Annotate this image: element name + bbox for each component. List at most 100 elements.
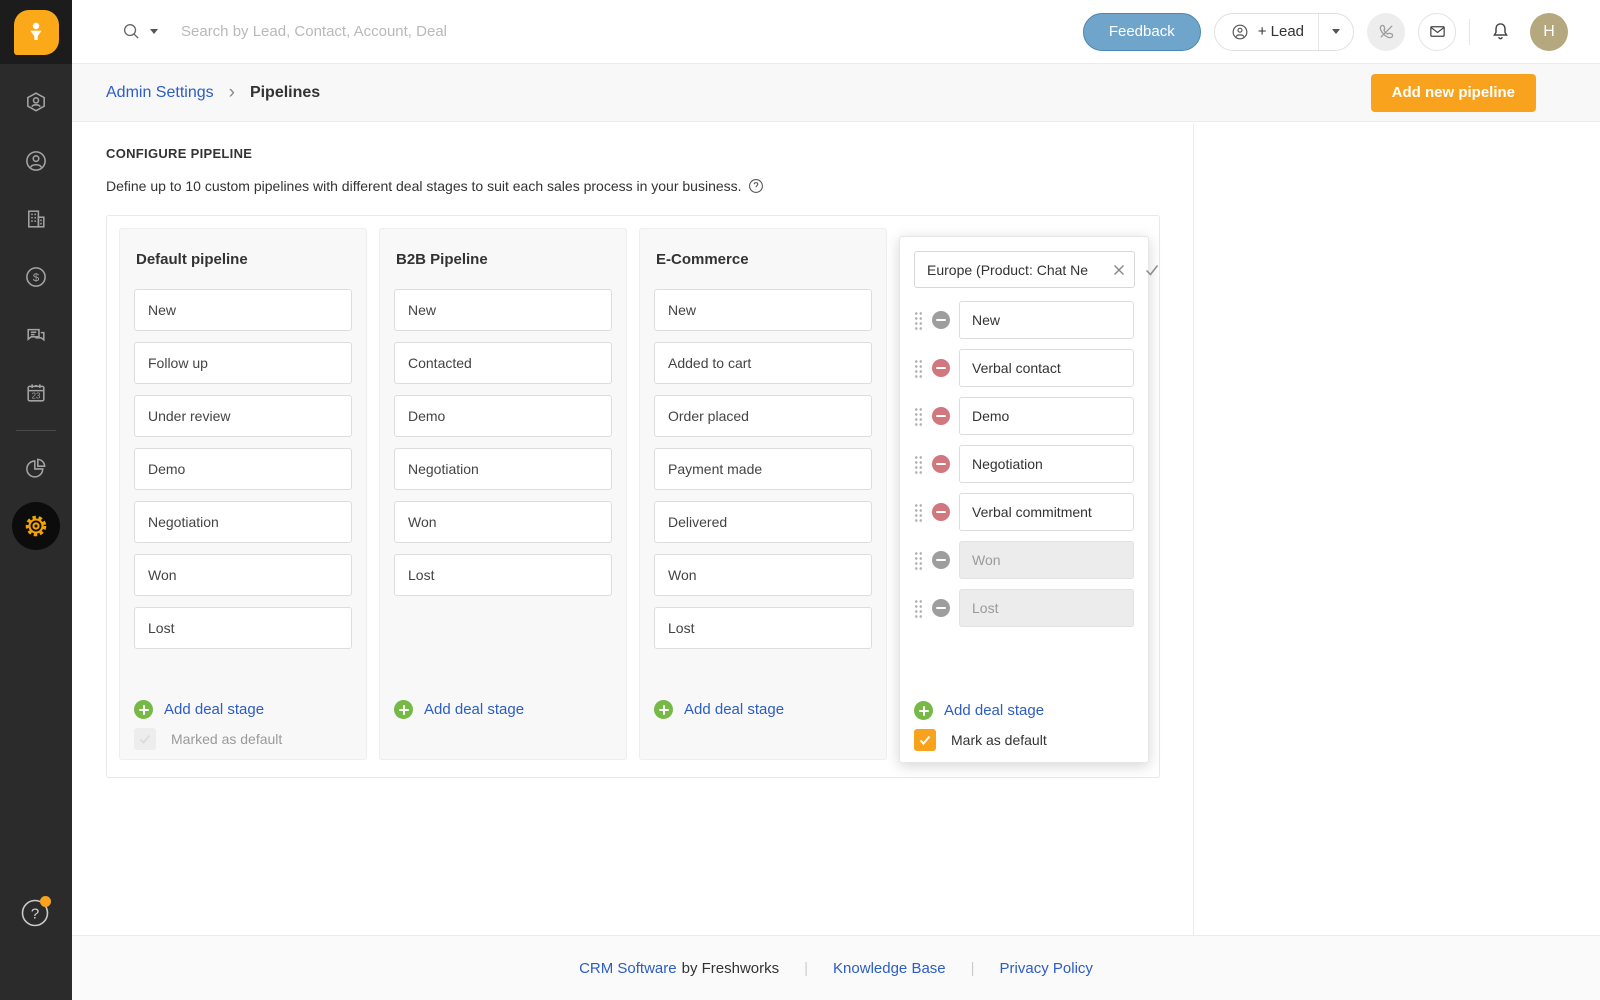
privacy-policy-link[interactable]: Privacy Policy: [1000, 960, 1093, 977]
stage-box[interactable]: Order placed: [654, 395, 872, 437]
stage-input[interactable]: [959, 349, 1134, 387]
stage-box[interactable]: Payment made: [654, 448, 872, 490]
stage-box[interactable]: New: [134, 289, 352, 331]
pipeline-name-input[interactable]: [927, 262, 1108, 278]
pipeline-card-europe-editing: Add deal stage Mark as default: [899, 236, 1149, 763]
clear-name-icon[interactable]: [1112, 263, 1126, 277]
sidebar-divider: [16, 430, 56, 431]
breadcrumb-admin-settings-link[interactable]: Admin Settings: [106, 84, 214, 102]
stage-box[interactable]: Won: [394, 501, 612, 543]
add-new-pipeline-button[interactable]: Add new pipeline: [1371, 74, 1536, 112]
freshsales-logo[interactable]: [0, 0, 72, 64]
pipeline-name-edit-field: [914, 251, 1135, 288]
search-input[interactable]: [181, 23, 611, 40]
add-lead-button[interactable]: + Lead: [1215, 14, 1318, 50]
notifications-button[interactable]: [1483, 15, 1517, 49]
remove-stage-button-disabled: [932, 599, 950, 617]
stage-box[interactable]: Lost: [654, 607, 872, 649]
help-circle-icon[interactable]: [748, 178, 764, 194]
sidebar-item-leads[interactable]: [12, 79, 60, 127]
stage-box[interactable]: Added to cart: [654, 342, 872, 384]
remove-stage-button-disabled: [932, 551, 950, 569]
pipeline-name[interactable]: Default pipeline: [136, 251, 352, 268]
lead-person-icon: [1231, 23, 1249, 41]
stage-box[interactable]: Negotiation: [134, 501, 352, 543]
pipeline-card-default: Default pipeline New Follow up Under rev…: [119, 228, 367, 760]
avatar[interactable]: H: [1530, 13, 1568, 51]
pipeline-name[interactable]: B2B Pipeline: [396, 251, 612, 268]
drag-handle-icon[interactable]: [914, 406, 923, 426]
reports-pie-icon: [24, 456, 48, 480]
drag-handle-icon[interactable]: [914, 454, 923, 474]
remove-stage-button[interactable]: [932, 503, 950, 521]
stage-box[interactable]: Won: [654, 554, 872, 596]
crm-software-link[interactable]: CRM Software: [579, 960, 677, 977]
remove-stage-button[interactable]: [932, 455, 950, 473]
section-description: Define up to 10 custom pipelines with di…: [106, 178, 742, 194]
stage-box[interactable]: Contacted: [394, 342, 612, 384]
sidebar-item-appointments[interactable]: 23: [12, 369, 60, 417]
sidebar-item-contacts[interactable]: [12, 137, 60, 185]
stage-box[interactable]: New: [394, 289, 612, 331]
page-title: Pipelines: [250, 84, 320, 102]
add-deal-stage-link[interactable]: Add deal stage: [164, 701, 264, 718]
stage-box[interactable]: Won: [134, 554, 352, 596]
by-freshworks-text: by Freshworks: [682, 960, 780, 977]
stage-box[interactable]: Under review: [134, 395, 352, 437]
add-lead-dropdown-caret[interactable]: [1318, 14, 1353, 50]
stage-input[interactable]: [959, 493, 1134, 531]
drag-handle-icon[interactable]: [914, 358, 923, 378]
main-area: Feedback + Lead: [72, 0, 1600, 1000]
drag-handle-icon[interactable]: [914, 550, 923, 570]
pipeline-card-b2b: B2B Pipeline New Contacted Demo Negotiat…: [379, 228, 627, 760]
stage-box[interactable]: Demo: [134, 448, 352, 490]
drag-handle-icon[interactable]: [914, 598, 923, 618]
content-right-divider: [1193, 123, 1194, 935]
sidebar-item-accounts[interactable]: [12, 195, 60, 243]
stage-box[interactable]: Delivered: [654, 501, 872, 543]
phone-button[interactable]: [1367, 13, 1405, 51]
knowledge-base-link[interactable]: Knowledge Base: [833, 960, 946, 977]
stage-input-locked: [959, 589, 1134, 627]
remove-stage-button-disabled: [932, 311, 950, 329]
drag-handle-icon[interactable]: [914, 502, 923, 522]
help-button[interactable]: ?: [17, 892, 55, 930]
settings-gear-icon: [23, 513, 49, 539]
add-deal-stage-link[interactable]: Add deal stage: [944, 702, 1044, 719]
breadcrumb-separator: ›: [229, 83, 235, 102]
chevron-down-icon: [1332, 29, 1340, 34]
stage-box[interactable]: New: [654, 289, 872, 331]
search-scope-caret-icon[interactable]: [150, 29, 158, 34]
sidebar-item-settings[interactable]: [12, 502, 60, 550]
pipeline-name[interactable]: E-Commerce: [656, 251, 872, 268]
app-root: $ 23: [0, 0, 1600, 1000]
marked-as-default-checkbox: [134, 728, 156, 750]
stage-input[interactable]: [959, 397, 1134, 435]
email-button[interactable]: [1418, 13, 1456, 51]
stage-box[interactable]: Demo: [394, 395, 612, 437]
mark-as-default-checkbox[interactable]: [914, 729, 936, 751]
breadcrumb-bar: Admin Settings › Pipelines Add new pipel…: [72, 64, 1600, 122]
add-stage-plus-icon: [914, 701, 933, 720]
sidebar-item-reports[interactable]: [12, 444, 60, 492]
topbar-divider: [1469, 19, 1470, 45]
topbar: Feedback + Lead: [72, 0, 1600, 64]
sidebar-item-deals[interactable]: $: [12, 253, 60, 301]
sidebar-item-conversations[interactable]: [12, 311, 60, 359]
add-deal-stage-link[interactable]: Add deal stage: [684, 701, 784, 718]
stage-input[interactable]: [959, 301, 1134, 339]
stage-input[interactable]: [959, 445, 1134, 483]
mark-as-default-label: Mark as default: [951, 732, 1047, 748]
confirm-name-icon[interactable]: [1144, 262, 1160, 278]
remove-stage-button[interactable]: [932, 407, 950, 425]
dollar-glyph: $: [33, 272, 40, 284]
stage-box[interactable]: Lost: [134, 607, 352, 649]
feedback-button[interactable]: Feedback: [1083, 13, 1201, 51]
stage-box[interactable]: Follow up: [134, 342, 352, 384]
add-deal-stage-link[interactable]: Add deal stage: [424, 701, 524, 718]
calendar-day-glyph: 23: [32, 392, 41, 401]
drag-handle-icon[interactable]: [914, 310, 923, 330]
remove-stage-button[interactable]: [932, 359, 950, 377]
stage-box[interactable]: Lost: [394, 554, 612, 596]
stage-box[interactable]: Negotiation: [394, 448, 612, 490]
